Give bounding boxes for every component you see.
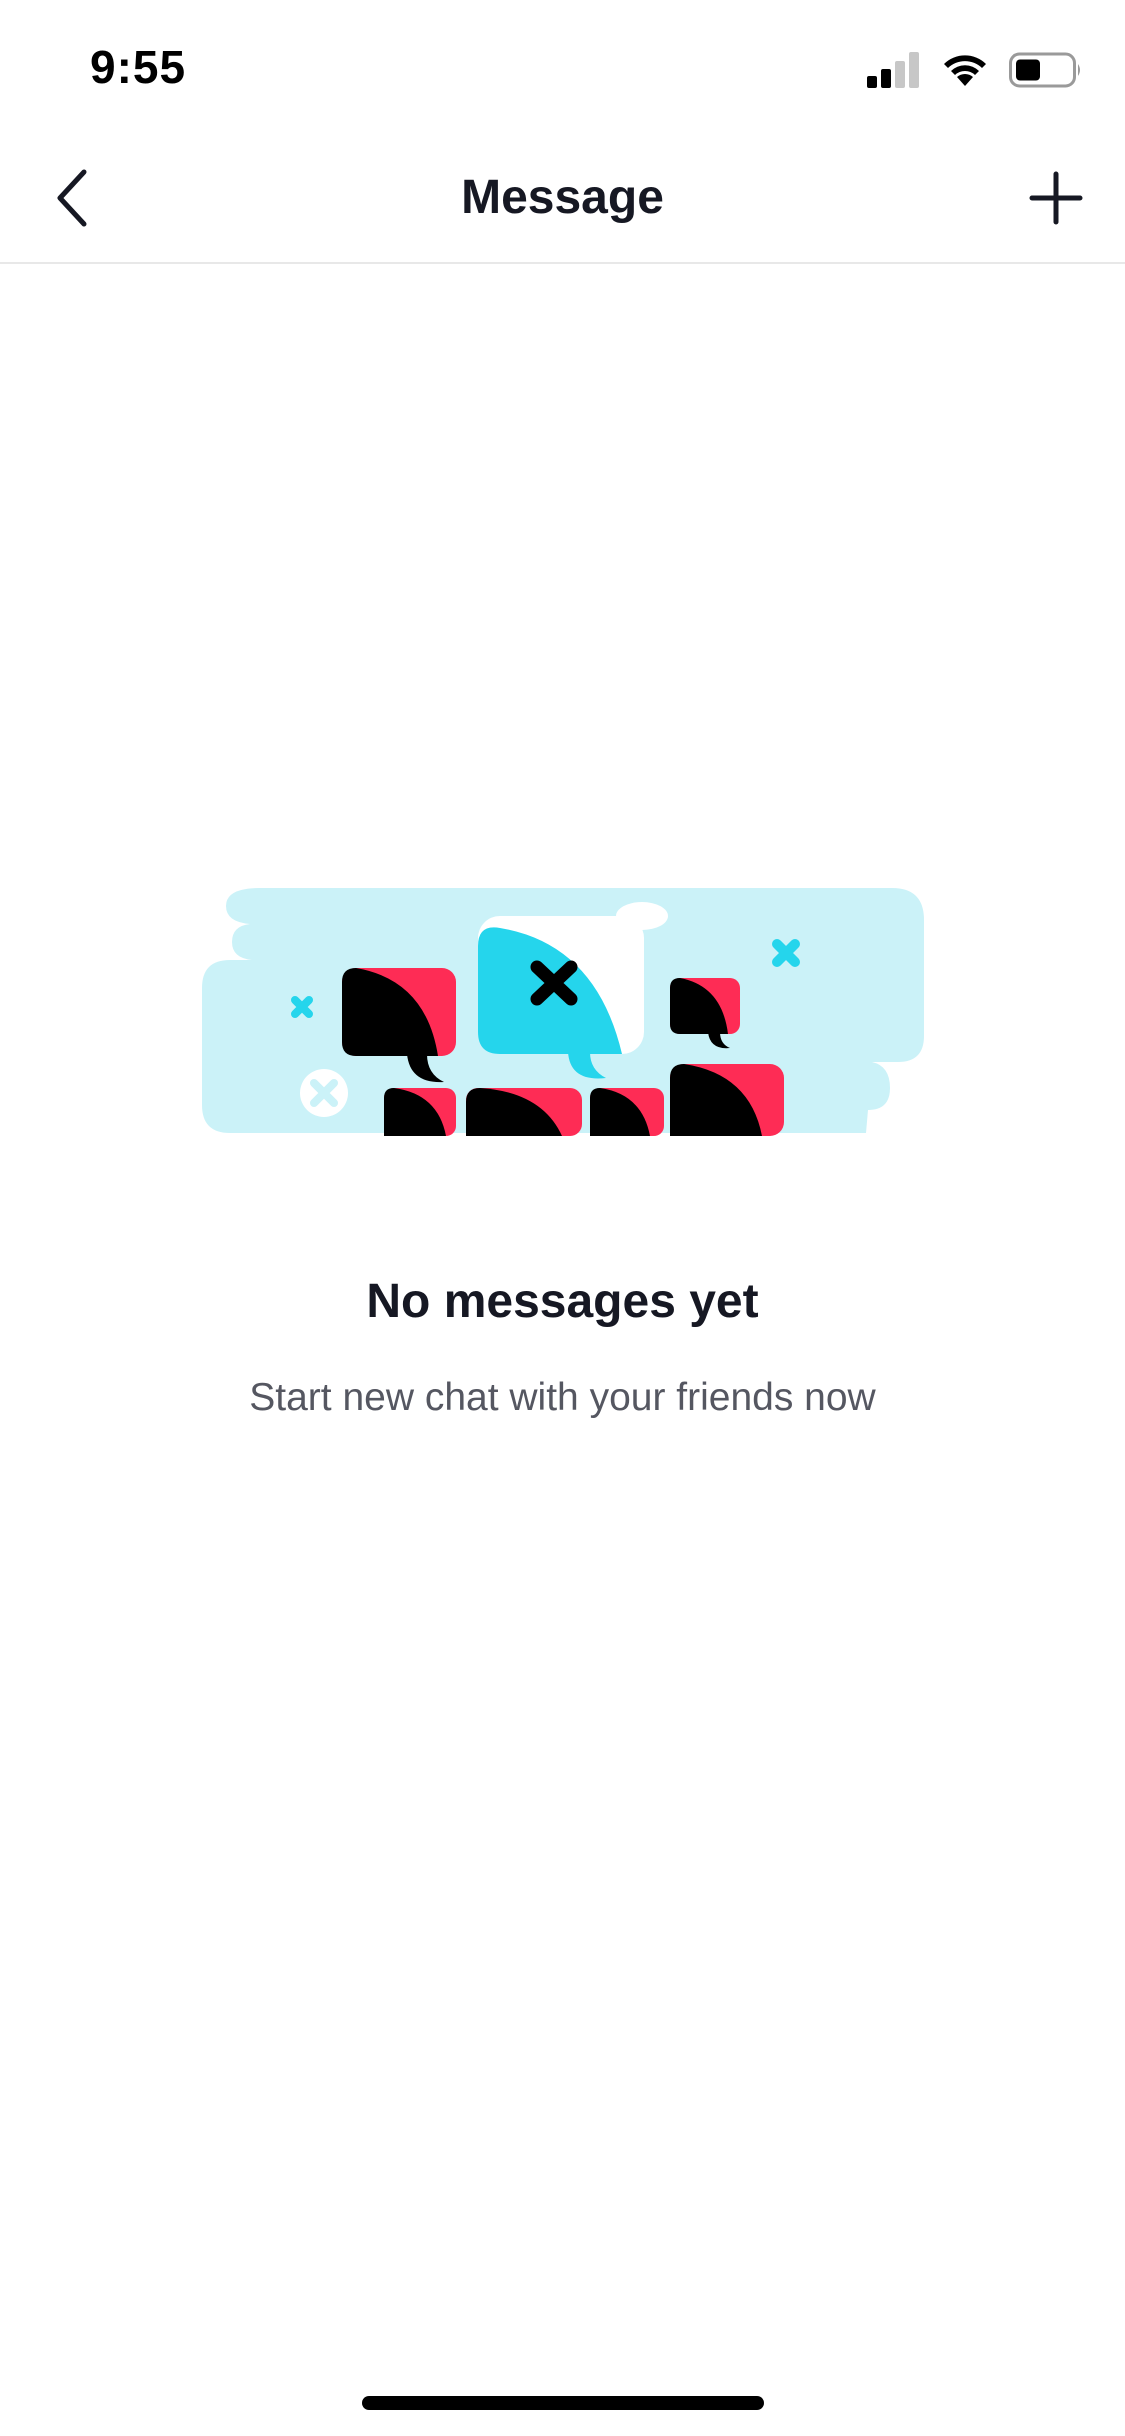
new-chat-button[interactable]: [1017, 162, 1095, 234]
messages-screen: 9:55 Message No messages yet Start new c…: [0, 0, 1125, 2436]
status-bar: 9:55: [0, 0, 1125, 132]
status-icons: [867, 50, 1083, 90]
page-title: Message: [461, 171, 664, 224]
empty-state-subtitle: Start new chat with your friends now: [249, 1376, 876, 1419]
empty-messages-illustration: [202, 888, 924, 1136]
wifi-icon: [944, 55, 986, 86]
home-indicator[interactable]: [362, 2396, 764, 2410]
battery-icon: [1009, 52, 1080, 88]
cellular-signal-icon: [867, 52, 919, 88]
empty-state-title: No messages yet: [366, 1275, 759, 1328]
white-circle-x: [300, 1069, 348, 1117]
cyan-cross-small: [291, 996, 313, 1018]
plus-icon: [1029, 171, 1083, 225]
nav-bar: Message: [0, 132, 1125, 264]
cyan-cross-right: [772, 939, 800, 967]
status-time: 9:55: [90, 41, 187, 93]
